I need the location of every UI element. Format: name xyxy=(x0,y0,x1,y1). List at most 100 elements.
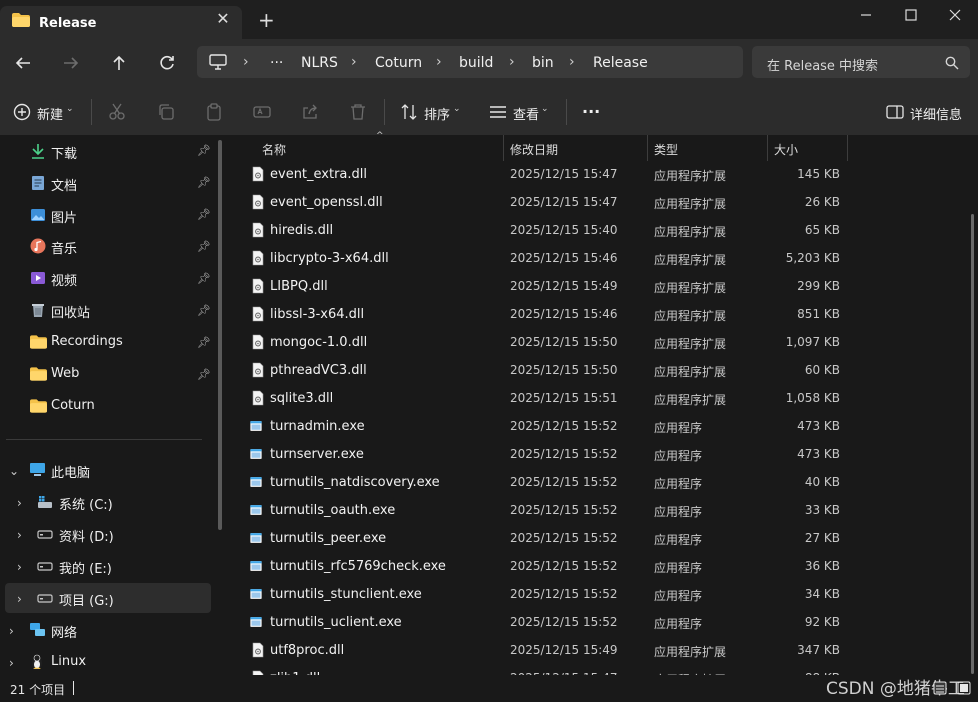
this-pc-icon xyxy=(30,463,45,476)
file-row[interactable] xyxy=(248,216,848,244)
pin-icon[interactable]: 📌︎ xyxy=(197,336,211,349)
close-window-button[interactable] xyxy=(932,0,978,30)
chevron-right-icon: › xyxy=(351,54,357,70)
column-divider[interactable] xyxy=(767,135,768,161)
view-button[interactable]: 查看 xyxy=(513,104,539,123)
sidebar-item-drive-e[interactable]: 我的 (E:) xyxy=(59,558,112,577)
pin-icon[interactable]: 📌︎ xyxy=(197,208,211,221)
breadcrumb-bin[interactable]: bin xyxy=(532,55,554,71)
pin-icon[interactable]: 📌︎ xyxy=(197,368,211,381)
column-header-name[interactable]: 名称 xyxy=(262,141,286,158)
chevron-right-icon[interactable]: › xyxy=(17,560,22,574)
chevron-right-icon[interactable]: › xyxy=(17,592,22,606)
sidebar-item-pictures[interactable]: 图片 xyxy=(51,207,77,226)
column-divider[interactable] xyxy=(847,135,848,161)
drive-icon xyxy=(37,594,53,603)
copy-icon[interactable] xyxy=(157,103,175,121)
file-row[interactable] xyxy=(248,328,848,356)
sidebar-item-videos[interactable]: 视频 xyxy=(51,270,77,289)
maximize-button[interactable] xyxy=(888,0,934,30)
sort-icon xyxy=(401,104,417,120)
cut-icon[interactable] xyxy=(108,103,126,121)
file-row[interactable] xyxy=(248,188,848,216)
new-button[interactable]: 新建 xyxy=(37,104,63,123)
pin-icon[interactable]: 📌︎ xyxy=(197,240,211,253)
sidebar-item-recycle-bin[interactable]: 回收站 xyxy=(51,302,90,321)
chevron-right-icon[interactable]: › xyxy=(9,624,14,638)
sidebar-item-this-pc[interactable]: 此电脑 xyxy=(51,462,90,481)
drive-icon xyxy=(37,530,53,539)
pin-icon[interactable]: 📌︎ xyxy=(197,176,211,189)
back-arrow-icon[interactable] xyxy=(12,52,34,74)
rename-icon[interactable] xyxy=(253,103,271,121)
tab-release[interactable] xyxy=(0,6,242,39)
chevron-right-icon: › xyxy=(243,54,249,70)
sidebar-item-downloads[interactable]: 下载 xyxy=(51,143,77,162)
file-row[interactable] xyxy=(248,552,848,580)
paste-icon[interactable] xyxy=(205,103,223,121)
sidebar-item-drive-g[interactable]: 项目 (G:) xyxy=(59,590,114,609)
breadcrumb-release[interactable]: Release xyxy=(593,55,648,71)
breadcrumb-coturn[interactable]: Coturn xyxy=(375,55,422,71)
more-options-button[interactable]: ··· xyxy=(582,102,600,121)
sidebar-item-drive-d[interactable]: 资料 (D:) xyxy=(59,526,114,545)
details-view-icon[interactable] xyxy=(933,681,947,695)
sort-button[interactable]: 排序 xyxy=(424,104,450,123)
chevron-down-icon[interactable]: ⌄ xyxy=(9,464,19,478)
chevron-right-icon[interactable]: › xyxy=(9,656,14,670)
file-row[interactable] xyxy=(248,636,848,664)
close-tab-icon[interactable]: ✕ xyxy=(216,11,230,27)
details-button[interactable]: 详细信息 xyxy=(910,104,962,123)
file-row[interactable] xyxy=(248,496,848,524)
sidebar-item-web[interactable]: Web xyxy=(51,366,79,381)
file-row[interactable] xyxy=(248,440,848,468)
file-row[interactable] xyxy=(248,300,848,328)
sidebar-item-linux[interactable]: Linux xyxy=(51,654,86,669)
column-divider[interactable] xyxy=(503,135,504,161)
sidebar-item-recordings[interactable]: Recordings xyxy=(51,334,123,349)
sidebar-item-documents[interactable]: 文档 xyxy=(51,175,77,194)
column-divider[interactable] xyxy=(647,135,648,161)
file-row[interactable] xyxy=(248,608,848,636)
file-list-scrollbar[interactable] xyxy=(971,214,974,674)
pin-icon[interactable]: 📌︎ xyxy=(197,272,211,285)
file-row[interactable] xyxy=(248,272,848,300)
sidebar-item-music[interactable]: 音乐 xyxy=(51,238,77,257)
breadcrumb-overflow[interactable]: ··· xyxy=(270,55,283,71)
column-header-type[interactable]: 类型 xyxy=(654,141,678,158)
file-row[interactable] xyxy=(248,412,848,440)
minimize-button[interactable] xyxy=(843,0,889,30)
refresh-icon[interactable] xyxy=(156,52,178,74)
pin-icon[interactable]: 📌︎ xyxy=(197,144,211,157)
plus-icon[interactable]: + xyxy=(258,10,275,30)
forward-arrow-icon[interactable] xyxy=(60,52,82,74)
chevron-right-icon[interactable]: › xyxy=(17,528,22,542)
folder-icon xyxy=(30,367,47,381)
share-icon[interactable] xyxy=(301,103,319,121)
column-header-modified[interactable]: 修改日期 xyxy=(510,141,558,158)
file-row[interactable] xyxy=(248,524,848,552)
file-row[interactable] xyxy=(248,468,848,496)
file-row[interactable] xyxy=(248,384,848,412)
sidebar-item-coturn[interactable]: Coturn xyxy=(51,398,95,413)
delete-icon[interactable] xyxy=(349,103,367,121)
sidebar-scrollbar[interactable] xyxy=(218,140,222,530)
sidebar-item-network[interactable]: 网络 xyxy=(51,622,77,641)
column-header-size[interactable]: 大小 xyxy=(774,141,798,158)
computer-icon[interactable] xyxy=(209,54,227,70)
chevron-down-icon: ⌄ xyxy=(541,104,549,114)
sidebar-item-drive-c[interactable]: 系统 (C:) xyxy=(59,494,113,513)
file-row[interactable] xyxy=(248,356,848,384)
search-icon[interactable] xyxy=(945,56,959,70)
file-row[interactable] xyxy=(248,580,848,608)
toolbar-divider xyxy=(384,99,385,125)
breadcrumb-build[interactable]: build xyxy=(459,55,493,71)
file-row[interactable] xyxy=(248,161,848,188)
chevron-right-icon[interactable]: › xyxy=(17,496,22,510)
pin-icon[interactable]: 📌︎ xyxy=(197,304,211,317)
maximize-icon xyxy=(905,9,917,21)
breadcrumb-nlrs[interactable]: NLRS xyxy=(301,55,338,71)
file-row[interactable] xyxy=(248,244,848,272)
tiles-view-icon[interactable] xyxy=(957,681,971,695)
up-arrow-icon[interactable] xyxy=(108,52,130,74)
